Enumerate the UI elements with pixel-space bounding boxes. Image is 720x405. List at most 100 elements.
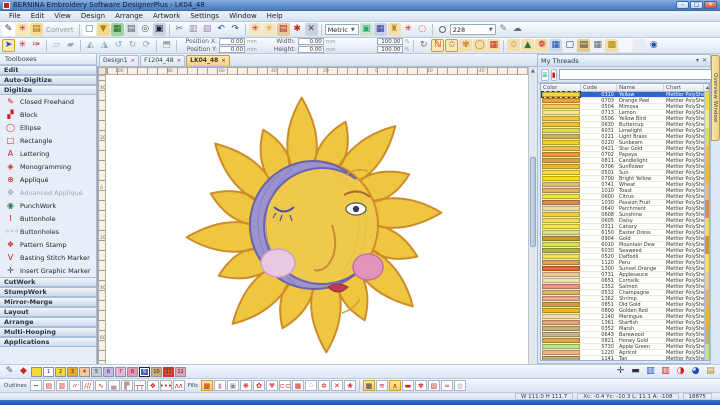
feather-icon[interactable]: ≈ <box>440 380 453 391</box>
thread-bars-icon[interactable]: ▥ <box>644 365 657 378</box>
palette-chip-9[interactable]: 9 <box>139 366 150 377</box>
hoop-template-icon[interactable]: ▤ <box>577 39 591 52</box>
thread-bars2-icon[interactable]: ▥ <box>659 365 672 378</box>
rotate-left-icon[interactable]: ↺ <box>112 39 125 52</box>
polygon-select-icon[interactable]: ✳ <box>16 39 29 52</box>
height-field[interactable]: 0.00 <box>297 46 324 53</box>
menu-artwork[interactable]: Artwork <box>148 11 185 22</box>
menu-help[interactable]: Help <box>262 11 288 22</box>
candlewicking-fill-icon[interactable]: ♥ <box>265 380 278 391</box>
panel-close-icon[interactable]: ✕ <box>702 57 707 64</box>
print-preview-icon[interactable]: ◎ <box>138 23 152 36</box>
cross-stitch-fill-icon[interactable]: ▦ <box>291 380 304 391</box>
column-name[interactable]: Name <box>617 84 664 91</box>
rotate-dial-icon[interactable]: ↻ <box>417 39 430 52</box>
wave-outline-icon[interactable]: ∿ <box>94 380 107 391</box>
palette-chip-10[interactable]: 10 <box>151 366 162 377</box>
positionx-field[interactable]: 0.00 <box>219 38 245 45</box>
sculptured-run-icon[interactable]: 〃 <box>68 380 81 391</box>
flower-fill-icon[interactable]: ❁ <box>535 39 549 52</box>
zigzag-outline-icon[interactable]: ∕∕∕ <box>81 380 94 391</box>
underlay-icon[interactable]: ▦ <box>362 380 375 391</box>
tab-lk04_48[interactable]: LK04_48 × <box>186 55 230 66</box>
tool-monogramming[interactable]: ◈ Monogramming <box>0 160 96 173</box>
menu-view[interactable]: View <box>49 11 76 22</box>
tool-insert-graphic-marker[interactable]: ✛ Insert Graphic Marker <box>0 264 96 277</box>
section-stumpwork[interactable]: StumpWork <box>0 287 96 297</box>
menu-arrange[interactable]: Arrange <box>110 11 148 22</box>
menu-design[interactable]: Design <box>76 11 110 22</box>
pattern-run-icon[interactable]: ┬┬ <box>133 380 146 391</box>
tool-buttonhole[interactable]: I Buttonhole <box>0 212 96 225</box>
dot-run-icon[interactable]: ••• <box>160 380 172 391</box>
grid-snap-icon[interactable]: ▩ <box>605 39 619 52</box>
section-multi-hooping[interactable]: Multi-Hooping <box>0 327 96 337</box>
write-to-machine-icon[interactable]: ▣ <box>152 23 166 36</box>
overview-window-tab[interactable]: Overview Window <box>711 55 720 141</box>
reshape-icon[interactable]: ▱ <box>50 39 63 52</box>
canvas-vertical-scrollbar[interactable]: ▲ ▼ <box>528 67 537 372</box>
scale-icon[interactable]: ⬒ <box>160 39 173 52</box>
width-field[interactable]: 0.00 <box>297 38 324 45</box>
hide-colors-icon[interactable]: ▬ <box>629 365 642 378</box>
palette-chip-12[interactable]: 12 <box>175 366 186 377</box>
satin-fill-icon[interactable]: ▮ <box>213 380 226 391</box>
maximize-button[interactable]: □ <box>690 1 703 9</box>
tool-lettering[interactable]: A Lettering <box>0 147 96 160</box>
circle-fill-icon[interactable]: ◯ <box>473 39 487 52</box>
leaf-fill-icon[interactable]: ✾ <box>459 39 473 52</box>
redo-icon[interactable]: ↷ <box>229 23 242 36</box>
palette-chip-3[interactable]: 3 <box>67 366 78 377</box>
contour-fill-icon[interactable]: ⊂⊂ <box>278 380 291 391</box>
tab-close-icon[interactable]: × <box>131 56 136 66</box>
current-color-swatch[interactable] <box>31 366 42 377</box>
tab-design1[interactable]: Design1 × <box>99 55 140 66</box>
minimize-button[interactable]: – <box>676 1 689 9</box>
tool-applique[interactable]: ⊕ Appliqué <box>0 173 96 186</box>
save-design-icon[interactable]: ▦ <box>110 23 124 36</box>
blanket-outline-icon[interactable]: ▄ <box>107 380 120 391</box>
thread-spool-icon[interactable]: ▮ <box>550 68 557 81</box>
rotate-right-icon[interactable]: ↻ <box>126 39 139 52</box>
section-applications[interactable]: Applications <box>0 337 96 347</box>
travel-run-icon[interactable]: ▬ <box>401 380 414 391</box>
lacework-fill-icon[interactable]: ✿ <box>252 380 265 391</box>
section-auto-digitize[interactable]: Auto-Digitize <box>0 75 96 85</box>
show-appliques-icon[interactable]: ▦ <box>373 23 387 36</box>
positiony-field[interactable]: 0.00 <box>219 46 245 53</box>
add-color-icon[interactable]: ✛ <box>614 365 627 378</box>
blackwork-outline-icon[interactable]: ▛ <box>120 380 133 391</box>
design-canvas[interactable] <box>106 75 528 372</box>
blank1-icon[interactable] <box>619 39 633 52</box>
cut-icon[interactable]: ✂ <box>173 23 186 36</box>
tab-close-icon[interactable]: × <box>221 56 226 66</box>
insert-artwork-icon[interactable]: ✳ <box>262 23 276 36</box>
reshape2-icon[interactable]: ▰ <box>64 39 77 52</box>
morph-icon[interactable]: ✾ <box>414 380 427 391</box>
apply-color-icon[interactable]: ◆ <box>17 365 30 378</box>
tool-block[interactable]: ▞ Block <box>0 108 96 121</box>
close-button[interactable]: × <box>704 1 717 9</box>
show-hoop-icon[interactable]: ◌ <box>416 23 429 36</box>
thread-chart-list-icon[interactable]: ≣ <box>541 68 549 81</box>
globe-icon[interactable]: ◍ <box>453 380 466 391</box>
pattern-fill-icon[interactable]: ❋ <box>239 380 252 391</box>
tool-buttonholes[interactable]: ◦◦◦ Buttonholes <box>0 225 96 238</box>
satin-outline-icon[interactable]: ▥ <box>55 380 68 391</box>
tool-advanced-applique[interactable]: ✥ Advanced Appliqué <box>0 186 96 199</box>
tab-close-icon[interactable]: × <box>177 56 182 66</box>
paste-icon[interactable]: ▧ <box>201 23 214 36</box>
color-wheel-icon[interactable]: ◕ <box>689 365 702 378</box>
panel-pin-icon[interactable]: ▾ <box>696 57 699 64</box>
section-mirror-merge[interactable]: Mirror-Merge <box>0 297 96 307</box>
tool-ellipse[interactable]: ◯ Ellipse <box>0 121 96 134</box>
palette-chip-2[interactable]: 2 <box>55 366 66 377</box>
star-stitch-icon[interactable]: ✩ <box>445 39 459 52</box>
zoom-level-input[interactable]: 228 ▼ <box>449 24 496 35</box>
embroidery-canvas-icon[interactable]: ✳ <box>16 23 29 36</box>
mirror-y-icon[interactable]: ◮ <box>98 39 111 52</box>
thread-table-header[interactable]: Color Code Name Chart ▴ <box>541 84 709 92</box>
star-outline-icon[interactable]: ✩ <box>507 39 521 52</box>
insert-design-icon[interactable]: ✳ <box>248 23 262 36</box>
carving-stamp-icon[interactable]: ▨ <box>427 380 440 391</box>
